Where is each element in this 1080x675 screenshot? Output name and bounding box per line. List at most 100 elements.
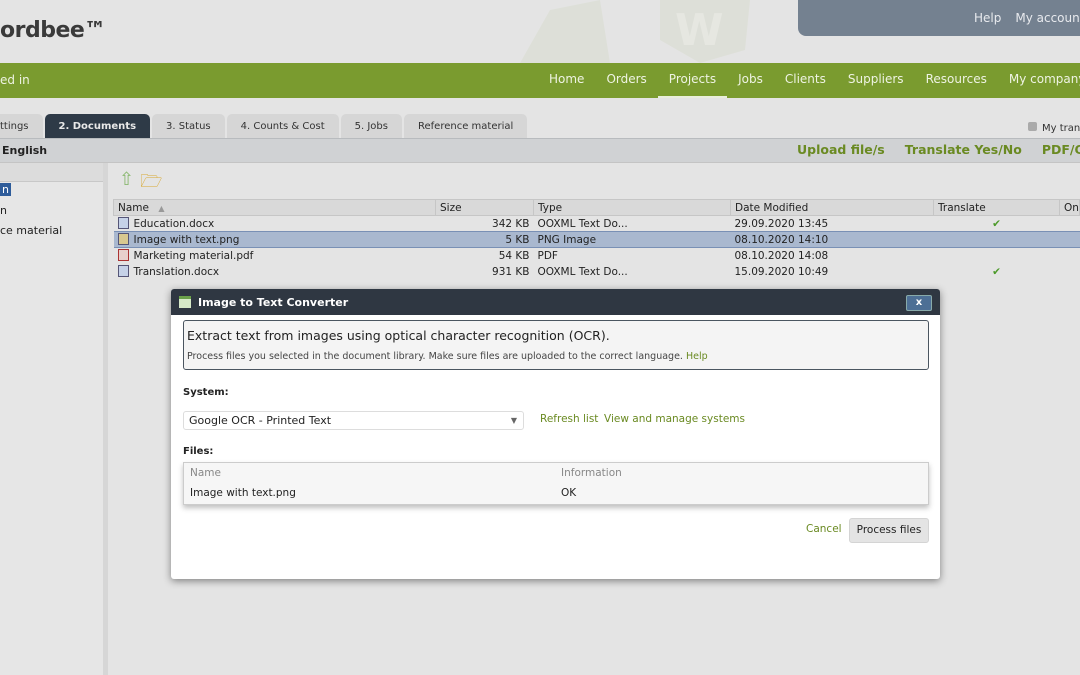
tab-documents[interactable]: 2. Documents — [44, 114, 151, 138]
file-date: 08.10.2020 14:10 — [730, 231, 934, 248]
on-cell — [1059, 231, 1080, 248]
wordbee-logo: ordbee™ — [0, 18, 106, 43]
file-size: 5 KB — [435, 231, 534, 248]
dialog-titlebar: Image to Text Converter x — [171, 289, 940, 315]
folder-tree-header — [0, 163, 103, 182]
translate-yes-no-link[interactable]: Translate Yes/No — [905, 142, 1022, 157]
file-type: OOXML Text Do... — [537, 265, 628, 278]
tab-status[interactable]: 3. Status — [152, 114, 225, 138]
converter-icon — [179, 296, 191, 308]
help-link[interactable]: Help — [686, 351, 708, 362]
nav-suppliers[interactable]: Suppliers — [837, 63, 915, 98]
file-date: 15.09.2020 10:49 — [734, 265, 829, 278]
column-size[interactable]: Size — [435, 199, 534, 216]
word-file-icon — [117, 217, 129, 229]
dialog-title: Image to Text Converter — [198, 296, 349, 309]
table-row[interactable]: Education.docx 342 KB OOXML Text Do... 2… — [114, 216, 1080, 232]
on-cell — [1060, 248, 1080, 264]
close-button[interactable]: x — [906, 295, 932, 311]
files-col-name: Name — [190, 467, 221, 479]
file-name: Image with text.png — [133, 234, 240, 246]
file-name-cell: Image with text.png — [190, 487, 296, 499]
png-file-icon — [117, 233, 129, 245]
table-row[interactable]: Translation.docx 931 KB OOXML Text Do...… — [114, 264, 1080, 280]
info-heading: Extract text from images using optical c… — [187, 328, 610, 343]
nav-home[interactable]: Home — [538, 63, 595, 98]
my-translations-link[interactable]: My tran — [1028, 122, 1080, 134]
on-cell — [1060, 216, 1080, 232]
file-name: Translation.docx — [133, 266, 220, 278]
file-size: 342 KB — [492, 217, 530, 230]
table-row[interactable]: Marketing material.pdf 54 KB PDF 08.10.2… — [114, 248, 1080, 264]
info-subtext: Process files you selected in the docume… — [187, 351, 683, 362]
cancel-link[interactable]: Cancel — [806, 523, 842, 535]
folder-tree: n n ce material — [0, 163, 108, 675]
word-file-icon — [117, 265, 129, 277]
info-icon — [1028, 122, 1037, 131]
language-bar: English Upload file/s Translate Yes/No P… — [0, 138, 1080, 163]
nav-clients[interactable]: Clients — [774, 63, 837, 98]
top-account-panel: Help My accoun — [798, 0, 1080, 36]
column-name[interactable]: Name ▲ — [113, 199, 436, 216]
column-type[interactable]: Type — [533, 199, 731, 216]
system-select[interactable]: Google OCR - Printed Text ▼ — [183, 411, 524, 430]
tree-item-reference-material[interactable]: ce material — [0, 224, 103, 238]
nav-my-company[interactable]: My company — [998, 63, 1080, 98]
main-nav: ed in Home Orders Projects Jobs Clients … — [0, 63, 1080, 98]
file-size: 931 KB — [492, 265, 530, 278]
file-type: PNG Image — [533, 231, 731, 248]
watermark-logo: W — [500, 0, 760, 63]
help-link[interactable]: Help — [974, 11, 1001, 25]
file-name: Marketing material.pdf — [133, 250, 254, 263]
file-info-cell: OK — [561, 487, 577, 499]
tab-reference-material[interactable]: Reference material — [404, 114, 528, 138]
file-type: PDF — [537, 249, 558, 262]
files-label: Files: — [183, 446, 214, 457]
chevron-down-icon: ▼ — [510, 416, 517, 425]
translate-check-icon[interactable]: ✔ — [934, 216, 1060, 232]
translate-check-icon[interactable]: ✔ — [934, 264, 1060, 280]
sort-asc-icon: ▲ — [158, 203, 165, 213]
tab-settings[interactable]: ttings — [0, 114, 43, 138]
column-translate[interactable]: Translate — [933, 199, 1060, 216]
process-files-button[interactable]: Process files — [849, 518, 929, 543]
files-table: Name Information Image with text.png OK — [183, 462, 929, 505]
files-col-information: Information — [561, 467, 622, 479]
tab-jobs[interactable]: 5. Jobs — [340, 114, 402, 138]
nav-jobs[interactable]: Jobs — [727, 63, 774, 98]
svg-text:W: W — [675, 5, 724, 56]
my-account-link[interactable]: My accoun — [1015, 11, 1079, 25]
file-table: Name ▲ Size Type Date Modified Translate… — [113, 199, 1080, 280]
file-size: 54 KB — [498, 249, 530, 262]
nav-resources[interactable]: Resources — [915, 63, 998, 98]
translate-check-icon[interactable] — [934, 248, 1060, 264]
language-label: English — [2, 144, 48, 157]
on-cell — [1060, 264, 1080, 280]
nav-orders[interactable]: Orders — [595, 63, 657, 98]
manage-systems-link[interactable]: View and manage systems — [604, 413, 745, 425]
translate-check-icon[interactable] — [933, 231, 1060, 248]
column-date[interactable]: Date Modified — [730, 199, 934, 216]
refresh-list-link[interactable]: Refresh list — [540, 413, 598, 425]
logged-in-text: ed in — [0, 73, 30, 87]
tree-item-selected[interactable]: n — [0, 183, 11, 196]
column-on[interactable]: On — [1059, 199, 1080, 216]
table-row[interactable]: Image with text.png 5 KB PNG Image 08.10… — [113, 231, 1080, 248]
tree-item[interactable]: n — [0, 204, 103, 218]
file-date: 29.09.2020 13:45 — [734, 217, 829, 230]
nav-projects[interactable]: Projects — [657, 63, 728, 98]
pdf-file-icon — [117, 249, 129, 262]
file-date: 08.10.2020 14:08 — [734, 249, 829, 262]
project-tabs: ttings 2. Documents 3. Status 4. Counts … — [0, 114, 528, 138]
file-type: OOXML Text Do... — [537, 217, 628, 230]
my-translations-label: My tran — [1042, 123, 1080, 134]
ocr-dialog: Image to Text Converter x Extract text f… — [171, 289, 940, 579]
new-folder-icon[interactable]: 🗁 — [140, 169, 162, 193]
info-box: Extract text from images using optical c… — [183, 320, 929, 370]
upload-files-link[interactable]: Upload file/s — [797, 142, 885, 157]
file-name: Education.docx — [133, 218, 215, 230]
upload-icon[interactable]: ⇧ — [119, 169, 134, 193]
system-select-value: Google OCR - Printed Text — [189, 414, 332, 427]
pdf-ocr-link[interactable]: PDF/OCR — [1042, 142, 1080, 157]
tab-counts-cost[interactable]: 4. Counts & Cost — [226, 114, 339, 138]
